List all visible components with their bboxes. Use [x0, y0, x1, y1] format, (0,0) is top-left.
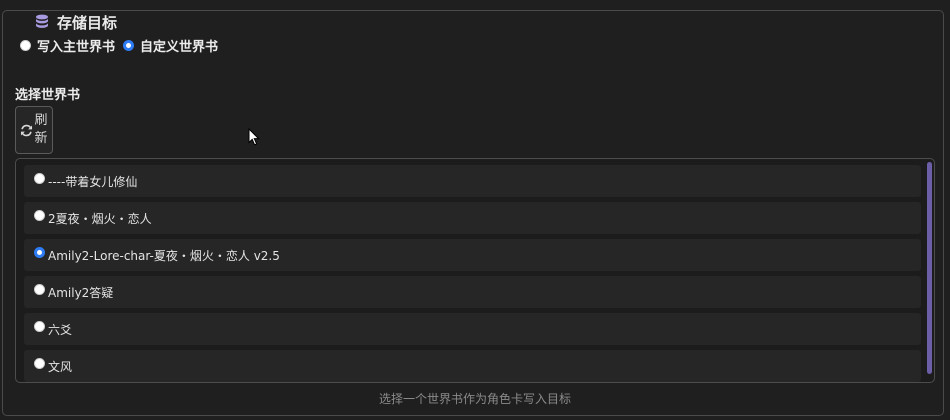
- panel-legend: 存储目标: [27, 11, 126, 33]
- mode-radio-main[interactable]: [20, 40, 31, 51]
- panel-title: 存储目标: [57, 13, 118, 32]
- worldbook-radio[interactable]: [34, 172, 45, 184]
- worldbook-item[interactable]: ----带着女儿修仙: [24, 165, 921, 197]
- mode-option-custom-worldbook[interactable]: 自定义世界书: [123, 36, 218, 55]
- database-icon: [36, 14, 48, 28]
- refresh-icon: [20, 124, 33, 136]
- worldbook-list-items: ----带着女儿修仙 2夏夜・烟火・恋人 Amily2-Lore-char-夏夜…: [16, 165, 921, 382]
- refresh-label: 刷新: [34, 113, 48, 146]
- list-scrollbar[interactable]: [927, 162, 932, 374]
- worldbook-list[interactable]: ----带着女儿修仙 2夏夜・烟火・恋人 Amily2-Lore-char-夏夜…: [15, 158, 935, 383]
- worldbook-label: 六爻: [48, 322, 73, 337]
- worldbook-item[interactable]: 六爻: [24, 313, 921, 345]
- mode-option-label: 自定义世界书: [140, 40, 219, 55]
- worldbook-item[interactable]: Amily2-Lore-char-夏夜・烟火・恋人 v2.5: [24, 239, 921, 271]
- mode-radio-custom[interactable]: [123, 40, 135, 51]
- worldbook-label: Amily2答疑: [48, 285, 114, 300]
- refresh-button[interactable]: 刷新: [15, 106, 53, 154]
- worldbook-radio[interactable]: [34, 209, 45, 221]
- mode-option-label: 写入主世界书: [37, 40, 116, 55]
- mouse-cursor-icon: [248, 128, 260, 146]
- hint-text: 选择一个世界书作为角色卡写入目标: [378, 392, 571, 406]
- worldbook-label: 文风: [48, 359, 73, 374]
- worldbook-radio[interactable]: [34, 246, 45, 258]
- worldbook-label: 2夏夜・烟火・恋人: [48, 211, 152, 226]
- worldbook-item[interactable]: Amily2答疑: [24, 276, 921, 308]
- worldbook-radio[interactable]: [34, 357, 45, 369]
- worldbook-radio[interactable]: [34, 283, 45, 295]
- select-worldbook-label: 选择世界书: [15, 88, 81, 103]
- worldbook-item[interactable]: 文风: [24, 350, 921, 382]
- mode-option-main-worldbook[interactable]: 写入主世界书: [20, 36, 115, 55]
- worldbook-label: Amily2-Lore-char-夏夜・烟火・恋人 v2.5: [48, 248, 280, 263]
- write-mode-group: 写入主世界书 自定义世界书: [20, 36, 226, 55]
- worldbook-radio[interactable]: [34, 320, 45, 332]
- worldbook-label: ----带着女儿修仙: [48, 174, 138, 189]
- worldbook-item[interactable]: 2夏夜・烟火・恋人: [24, 202, 921, 234]
